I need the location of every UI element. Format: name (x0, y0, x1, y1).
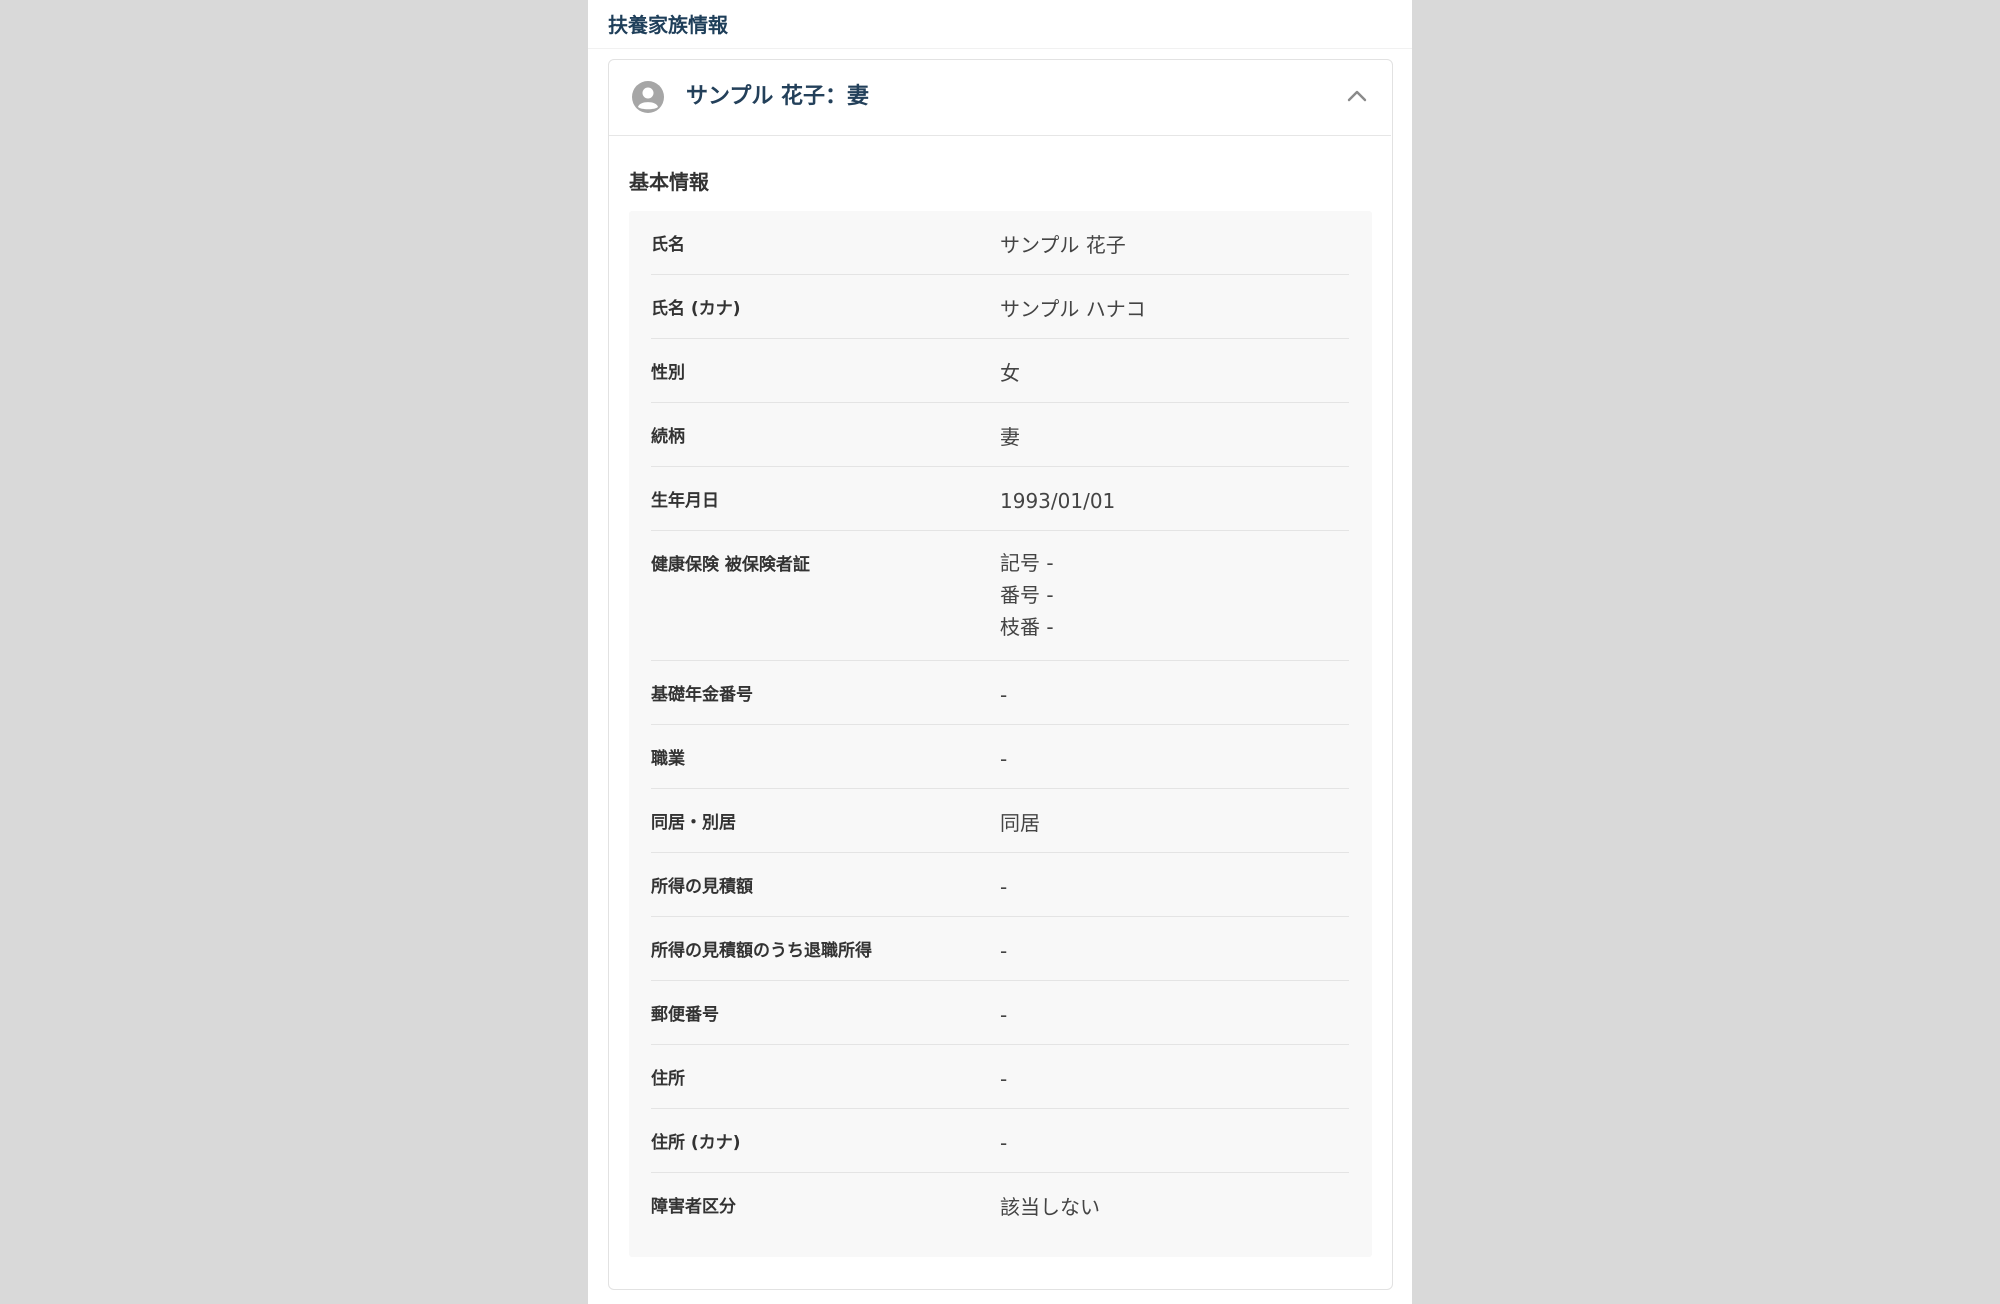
info-row: 生年月日 1993/01/01 (651, 467, 1349, 531)
info-value: - (1000, 1131, 1008, 1155)
info-label: 所得の見積額 (651, 877, 753, 897)
info-label: 職業 (651, 749, 685, 769)
info-label: 続柄 (651, 427, 685, 447)
info-value: 同居 (1000, 811, 1040, 835)
info-row: 所得の見積額 - (651, 853, 1349, 917)
info-row: 氏名 サンプル 花子 (651, 211, 1349, 275)
basic-info-list: 氏名 サンプル 花子氏名 (カナ) サンプル ハナコ性別 女続柄 妻生年月日 1993/0… (651, 211, 1349, 1237)
info-label: 性別 (651, 363, 685, 383)
info-value: サンプル ハナコ (1000, 297, 1146, 321)
info-value-line: 記号 - (1000, 551, 1054, 575)
dependent-card-header[interactable]: サンプル 花子：妻 (609, 60, 1391, 136)
info-row: 続柄 妻 (651, 403, 1349, 467)
basic-info-title: 基本情報 (629, 170, 709, 194)
page-container: 扶養家族情報 サンプル 花子：妻 基本情報 氏名 サンプル 花子 氏名 (カナ) サン… (588, 0, 1412, 1304)
info-value-line: 番号 - (1000, 583, 1054, 607)
info-label: 健康保険 被保険者証 (651, 555, 810, 575)
info-row: 同居・別居 同居 (651, 789, 1349, 853)
info-label: 障害者区分 (651, 1197, 736, 1217)
person-circle-icon (632, 81, 664, 113)
info-value: - (1000, 683, 1008, 707)
info-value: サンプル 花子 (1000, 233, 1126, 257)
info-row: 住所 - (651, 1045, 1349, 1109)
info-label: 住所 (カナ) (651, 1133, 741, 1153)
info-row: 健康保険 被保険者証 記号 - 番号 - 枝番 - (651, 531, 1349, 661)
info-value: - (1000, 747, 1008, 771)
basic-info-panel: 氏名 サンプル 花子氏名 (カナ) サンプル ハナコ性別 女続柄 妻生年月日 1993/0… (629, 211, 1372, 1257)
info-value: 該当しない (1000, 1195, 1100, 1219)
dependent-name-title: サンプル 花子：妻 (686, 84, 869, 109)
section-header: 扶養家族情報 (588, 0, 1412, 49)
info-label: 郵便番号 (651, 1005, 719, 1025)
info-value: 1993/01/01 (1000, 489, 1116, 513)
info-value: 女 (1000, 361, 1020, 385)
info-row: 性別 女 (651, 339, 1349, 403)
info-row: 所得の見積額のうち退職所得 - (651, 917, 1349, 981)
info-label: 所得の見積額のうち退職所得 (651, 941, 872, 961)
info-value: - (1000, 939, 1008, 963)
section-title: 扶養家族情報 (608, 13, 728, 37)
info-row: 職業 - (651, 725, 1349, 789)
info-row: 氏名 (カナ) サンプル ハナコ (651, 275, 1349, 339)
info-value: - (1000, 1003, 1008, 1027)
info-label: 氏名 (651, 235, 685, 255)
info-label: 住所 (651, 1069, 685, 1089)
info-row: 障害者区分 該当しない (651, 1173, 1349, 1237)
info-value: 記号 - 番号 - 枝番 - (1000, 547, 1054, 643)
info-value: 妻 (1000, 425, 1020, 449)
dependent-card: サンプル 花子：妻 基本情報 氏名 サンプル 花子氏名 (カナ) サンプル ハナコ性… (608, 59, 1393, 1290)
info-row: 郵便番号 - (651, 981, 1349, 1045)
info-value: - (1000, 1067, 1008, 1091)
info-row: 基礎年金番号 - (651, 661, 1349, 725)
info-label: 氏名 (カナ) (651, 299, 741, 319)
info-value-line: 枝番 - (1000, 615, 1054, 639)
info-row: 住所 (カナ) - (651, 1109, 1349, 1173)
info-label: 基礎年金番号 (651, 685, 753, 705)
info-value: - (1000, 875, 1008, 899)
info-label: 生年月日 (651, 491, 719, 511)
info-label: 同居・別居 (651, 813, 736, 833)
chevron-up-icon[interactable] (1345, 86, 1369, 106)
